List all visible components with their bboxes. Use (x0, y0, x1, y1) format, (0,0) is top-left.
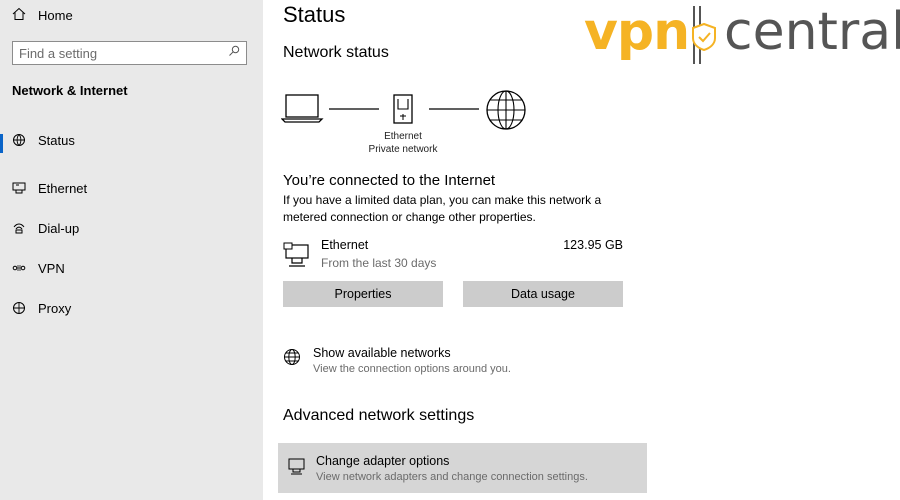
logo-vpn-text: vpn (584, 2, 690, 62)
search-input[interactable] (19, 45, 228, 61)
sidebar-item-ethernet[interactable]: Ethernet (0, 168, 263, 208)
show-networks-subtext: View the connection options around you. (313, 363, 511, 375)
advanced-settings-heading: Advanced network settings (283, 407, 475, 424)
networks-globe-icon (283, 348, 301, 371)
sidebar-item-label: VPN (38, 260, 65, 276)
laptop-icon (280, 94, 324, 123)
logo-central-text: central (724, 2, 900, 62)
connection-row: Ethernet From the last 30 days 123.95 GB (283, 238, 623, 272)
sidebar-item-label: Ethernet (38, 180, 88, 196)
data-usage-button[interactable]: Data usage (463, 281, 623, 307)
home-link[interactable]: Home (12, 4, 73, 26)
search-box[interactable] (12, 41, 247, 65)
show-networks-label: Show available networks (313, 346, 451, 360)
status-icon (12, 133, 26, 147)
ethernet-icon (12, 181, 26, 195)
sidebar-item-label: Dial-up (38, 220, 80, 236)
diagram-adapter-label: Ethernet (384, 131, 422, 142)
sidebar-item-dialup[interactable]: Dial-up (0, 208, 263, 248)
network-status-heading: Network status (283, 44, 389, 61)
internet-globe-icon (486, 90, 526, 130)
connection-status-text: You’re connected to the Internet (283, 172, 496, 189)
section-title: Network & Internet (12, 83, 128, 98)
globe-icon (12, 301, 26, 315)
ethernet-adapter-icon (283, 242, 311, 273)
adapter-icon (288, 457, 306, 480)
home-label: Home (38, 7, 73, 23)
search-icon[interactable] (228, 44, 240, 62)
diagram-graphic (280, 90, 526, 130)
connection-name: Ethernet (321, 238, 369, 252)
main-panel: Status Network status Ethernet Private n… (263, 0, 900, 500)
vpn-icon (12, 261, 26, 275)
vpncentral-logo: vpn central (584, 2, 900, 64)
connection-period: From the last 30 days (321, 256, 437, 270)
logo-shield-icon (690, 6, 720, 69)
change-adapter-options-link[interactable]: Change adapter options View network adap… (278, 443, 647, 493)
page-title: Status (283, 2, 346, 27)
sidebar-nav: Status Ethernet Dial-up VPN Proxy (0, 128, 263, 328)
change-adapter-subtext: View network adapters and change connect… (316, 471, 588, 483)
ethernet-port-icon (393, 94, 413, 124)
sidebar-item-status[interactable]: Status (0, 128, 263, 153)
sidebar-item-vpn[interactable]: VPN (0, 248, 263, 288)
dialup-icon (12, 221, 26, 235)
connection-description: If you have a limited data plan, you can… (283, 193, 602, 224)
sidebar-item-label: Status (38, 132, 75, 148)
change-adapter-label: Change adapter options (316, 454, 450, 468)
properties-button[interactable]: Properties (283, 281, 443, 307)
sidebar: Home Network & Internet Status Ethernet … (0, 0, 263, 500)
show-networks-link[interactable]: Show available networks View the connect… (283, 346, 643, 380)
data-usage-amount: 123.95 GB (563, 238, 623, 252)
diagram-network-type-label: Private network (368, 144, 438, 155)
home-icon (12, 7, 26, 24)
network-diagram: Ethernet Private network (280, 90, 541, 160)
sidebar-item-label: Proxy (38, 300, 72, 316)
sidebar-item-proxy[interactable]: Proxy (0, 288, 263, 328)
